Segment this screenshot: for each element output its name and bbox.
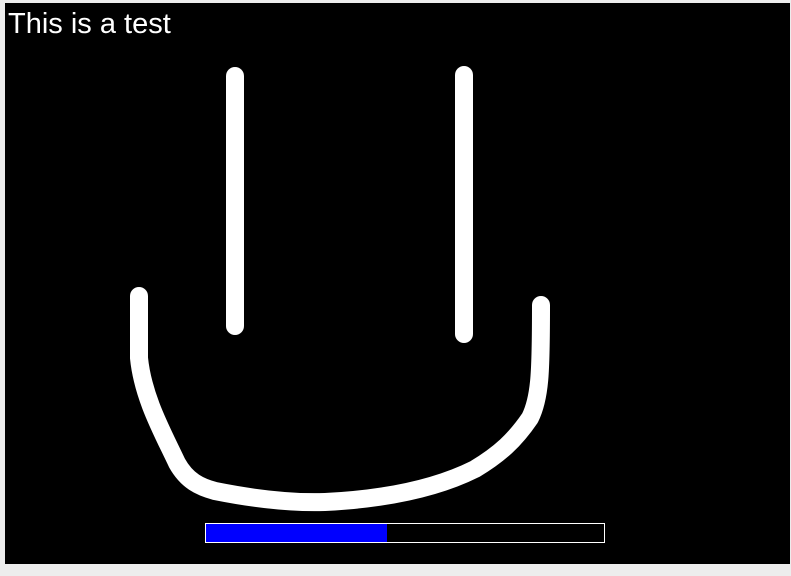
progress-fill	[206, 524, 388, 542]
progress-bar	[205, 523, 605, 543]
smiley-drawing	[130, 66, 550, 512]
window-frame: This is a test	[0, 0, 791, 576]
drawing-canvas[interactable]: This is a test	[5, 3, 790, 564]
mouth-stroke	[130, 287, 550, 512]
